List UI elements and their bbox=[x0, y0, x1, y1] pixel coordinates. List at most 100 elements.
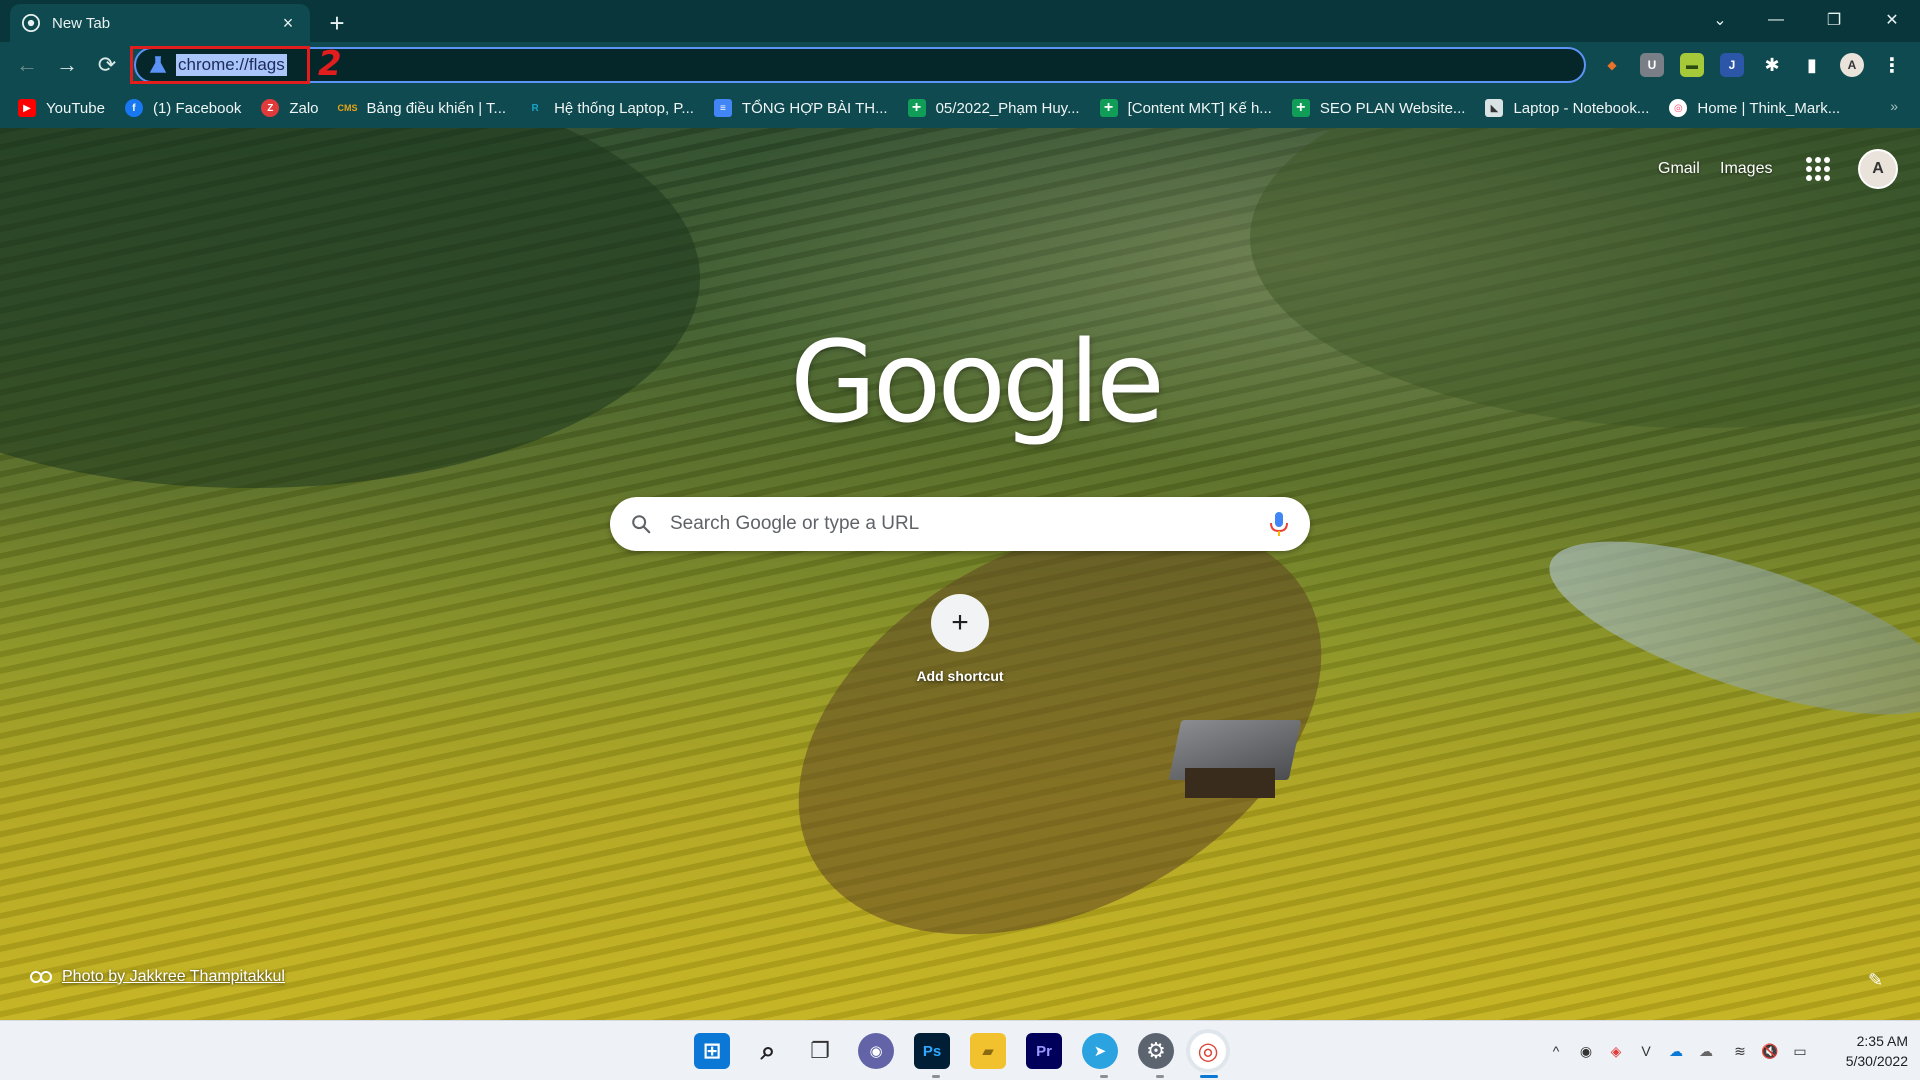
thinkmark-icon: ◎ bbox=[1669, 99, 1688, 117]
tab-search-chevron-icon[interactable]: ⌄ bbox=[1692, 0, 1748, 40]
battery-icon[interactable]: ▭ bbox=[1790, 1041, 1810, 1061]
telegram-running-indicator bbox=[1100, 1075, 1108, 1078]
annotation-step-number: 2 bbox=[318, 44, 342, 84]
restore-button[interactable]: ❐ bbox=[1806, 0, 1862, 40]
customize-pencil-icon[interactable]: ✎ bbox=[1868, 970, 1892, 994]
title-bar: New Tab × + ⌄ — ❐ ✕ bbox=[0, 0, 1920, 42]
bookmark-youtube[interactable]: ▶ YouTube bbox=[18, 99, 105, 117]
premiere-icon[interactable]: Pr bbox=[1026, 1033, 1062, 1069]
honey-extension-icon[interactable]: ◆ bbox=[1600, 53, 1624, 77]
docs-icon: ≡ bbox=[713, 99, 732, 117]
tab-new-tab[interactable]: New Tab × bbox=[10, 4, 310, 42]
bookmarks-overflow-icon[interactable]: » bbox=[1890, 98, 1898, 114]
windows-start-icon[interactable]: ⊞ bbox=[694, 1033, 730, 1069]
extensions-puzzle-icon[interactable]: ✱ bbox=[1760, 53, 1784, 77]
settings-gear-icon[interactable]: ⚙ bbox=[1138, 1033, 1174, 1069]
rio-icon: R bbox=[531, 102, 539, 114]
bookmark-zalo[interactable]: Z Zalo bbox=[261, 99, 319, 117]
ublock-extension-icon[interactable]: U bbox=[1640, 53, 1664, 77]
tray-overflow-icon[interactable]: ^ bbox=[1546, 1041, 1566, 1061]
tab-close-icon[interactable]: × bbox=[278, 13, 298, 33]
bookmark-sheets-2[interactable]: + [Content MKT] Kế h... bbox=[1099, 99, 1272, 117]
j-extension-icon[interactable]: J bbox=[1720, 53, 1744, 77]
profile-avatar[interactable]: A bbox=[1840, 53, 1864, 77]
bookmark-label: Hệ thống Laptop, P... bbox=[554, 99, 694, 117]
wifi-icon[interactable]: ≋ bbox=[1730, 1041, 1750, 1061]
bookmark-label: [Content MKT] Kế h... bbox=[1127, 99, 1272, 117]
link-icon bbox=[30, 971, 52, 983]
search-input[interactable] bbox=[670, 513, 1268, 535]
annotation-highlight-box bbox=[130, 46, 310, 84]
photoshop-running-indicator bbox=[932, 1075, 940, 1078]
close-window-button[interactable]: ✕ bbox=[1864, 0, 1920, 40]
back-button[interactable]: ← bbox=[12, 50, 42, 80]
clock-time: 2:35 AM bbox=[1856, 1033, 1908, 1049]
add-shortcut-tile[interactable]: + Add shortcut bbox=[916, 594, 1004, 684]
system-clock[interactable]: 2:35 AM 5/30/2022 bbox=[1828, 1031, 1908, 1071]
new-tab-page-background bbox=[0, 128, 1920, 1020]
facebook-icon: f bbox=[124, 99, 143, 117]
microphone-icon[interactable] bbox=[1268, 511, 1290, 537]
bookmark-cms[interactable]: CMS Bảng điều khiển | T... bbox=[337, 99, 507, 117]
new-tab-button[interactable]: + bbox=[322, 8, 352, 38]
bookmark-label: Home | Think_Mark... bbox=[1697, 99, 1841, 117]
laptop-icon: ◣ bbox=[1485, 99, 1504, 117]
address-bar[interactable]: chrome://flags bbox=[134, 47, 1586, 83]
clock-date: 5/30/2022 bbox=[1845, 1053, 1908, 1069]
bookmark-label: (1) Facebook bbox=[152, 99, 242, 117]
google-account-avatar[interactable]: A bbox=[1858, 149, 1898, 189]
images-link[interactable]: Images bbox=[1720, 160, 1772, 178]
chrome-active-indicator bbox=[1200, 1075, 1218, 1078]
bookmark-laptop[interactable]: ◣ Laptop - Notebook... bbox=[1485, 99, 1649, 117]
side-panel-icon[interactable]: ▮ bbox=[1800, 53, 1824, 77]
ntp-search-box[interactable] bbox=[610, 497, 1310, 551]
bookmark-label: YouTube bbox=[46, 99, 105, 117]
tray-cloud-icon[interactable]: ☁ bbox=[1696, 1041, 1716, 1061]
minimize-button[interactable]: — bbox=[1748, 0, 1804, 40]
tray-anydesk-icon[interactable]: ◈ bbox=[1606, 1041, 1626, 1061]
tray-v-icon[interactable]: V bbox=[1636, 1041, 1656, 1061]
settings-running-indicator bbox=[1156, 1075, 1164, 1078]
bookmark-docs[interactable]: ≡ TỔNG HỢP BÀI TH... bbox=[713, 99, 888, 117]
sheets-icon: + bbox=[1099, 99, 1118, 117]
forward-button[interactable]: → bbox=[52, 50, 82, 80]
file-explorer-icon[interactable]: ▰ bbox=[970, 1033, 1006, 1069]
tab-title: New Tab bbox=[52, 14, 111, 32]
task-view-icon[interactable]: ❐ bbox=[802, 1033, 838, 1069]
bookmark-label: Bảng điều khiển | T... bbox=[366, 99, 507, 117]
google-apps-icon[interactable] bbox=[1806, 157, 1830, 181]
bookmark-thinkmark[interactable]: ◎ Home | Think_Mark... bbox=[1669, 99, 1840, 117]
bookmark-sheets-1[interactable]: + 05/2022_Phạm Huy... bbox=[907, 99, 1080, 117]
bookmark-facebook[interactable]: f (1) Facebook bbox=[124, 99, 242, 117]
volume-muted-icon[interactable]: 🔇 bbox=[1760, 1041, 1780, 1061]
bookmark-sheets-3[interactable]: + SEO PLAN Website... bbox=[1291, 99, 1466, 117]
chrome-taskbar-icon[interactable]: ◎ bbox=[1190, 1033, 1226, 1069]
windows-taskbar: ⊞ ⌕ ❐ ◉ Ps ▰ Pr ➤ ⚙ ◎ ^ ◉ ◈ V ☁ ☁ ≋ 🔇 ▭ … bbox=[0, 1020, 1920, 1080]
search-icon bbox=[632, 515, 651, 534]
reload-button[interactable]: ⟳ bbox=[92, 50, 122, 80]
bookmark-label: Zalo bbox=[289, 99, 319, 117]
telegram-icon[interactable]: ➤ bbox=[1082, 1033, 1118, 1069]
sheets-icon: + bbox=[1291, 99, 1310, 117]
chrome-menu-icon[interactable]: ⋮ bbox=[1880, 53, 1904, 77]
sheets-icon: + bbox=[907, 99, 926, 117]
tray-onedrive-icon[interactable]: ☁ bbox=[1666, 1041, 1686, 1061]
photo-credit-link[interactable]: Photo by Jakkree Thampitakkul bbox=[30, 968, 285, 986]
cms-icon: CMS bbox=[337, 103, 358, 113]
green-extension-icon[interactable]: ▬ bbox=[1680, 53, 1704, 77]
photo-credit-text[interactable]: Photo by Jakkree Thampitakkul bbox=[62, 968, 285, 986]
photoshop-icon[interactable]: Ps bbox=[914, 1033, 950, 1069]
bookmark-label: SEO PLAN Website... bbox=[1319, 99, 1466, 117]
add-shortcut-plus-icon[interactable]: + bbox=[931, 594, 989, 652]
taskbar-search-icon[interactable]: ⌕ bbox=[750, 1033, 786, 1069]
background-hill bbox=[0, 128, 700, 488]
bookmark-rio[interactable]: R Hệ thống Laptop, P... bbox=[526, 99, 694, 117]
background-river bbox=[1531, 506, 1920, 750]
zalo-icon: Z bbox=[261, 99, 280, 117]
bookmark-label: TỔNG HỢP BÀI TH... bbox=[741, 99, 888, 117]
tray-app-icon[interactable]: ◉ bbox=[1576, 1041, 1596, 1061]
bookmark-label: 05/2022_Phạm Huy... bbox=[935, 99, 1080, 117]
teams-chat-icon[interactable]: ◉ bbox=[858, 1033, 894, 1069]
gmail-link[interactable]: Gmail bbox=[1658, 160, 1700, 178]
chrome-icon bbox=[22, 14, 40, 32]
